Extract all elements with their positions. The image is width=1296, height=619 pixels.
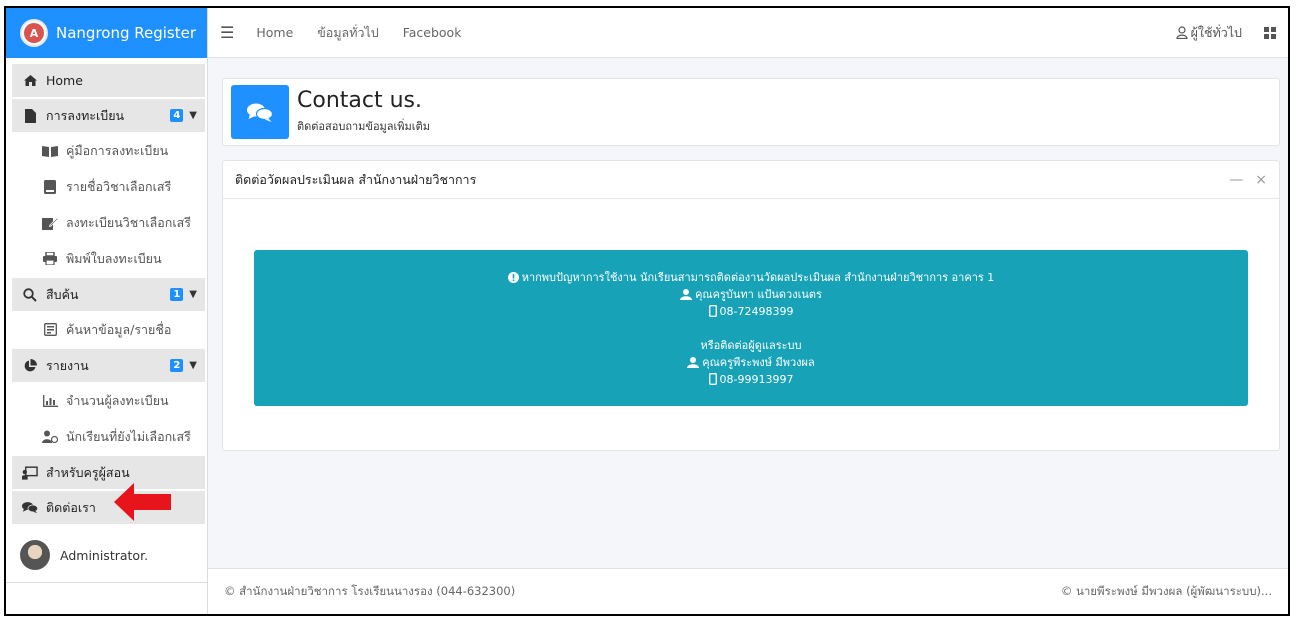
id-card-icon [42,323,58,337]
sidebar-item-label: รายงาน [46,357,89,373]
top-navbar: ☰ Home ข้อมูลทั่วไป Facebook ผู้ใช้ทั่วไ… [208,8,1288,58]
book-open-icon [42,144,58,158]
mobile-phone-icon [708,373,717,385]
chalkboard-teacher-icon [22,465,38,480]
sidebar-item-manual[interactable]: คู่มือการลงทะเบียน [12,134,205,167]
user-name: Administrator. [60,547,149,563]
sidebar-item-label: ลงทะเบียนวิชาเลือกเสรี [66,214,191,230]
comments-icon [231,85,289,139]
annotation-arrow-icon [114,483,171,521]
page-subtitle: ติดต่อสอบถามข้อมูลเพิ่มเติม [297,119,430,133]
sidebar-nav: Home การลงทะเบียน 4 ▼ คู่มือการลงทะเบียน [6,58,207,524]
sidebar: A Nangrong Register Home การลงทะเบียน 4 … [6,8,208,614]
mobile-phone-icon [708,305,717,317]
contact-card: ติดต่อวัดผลประเมินผล สำนักงานฝ่ายวิชาการ… [222,160,1280,451]
navbar-right: ผู้ใช้ทั่วไป [1175,23,1276,43]
contact1-phone: 08-72498399 [708,303,793,320]
nav-link-home[interactable]: Home [256,25,293,40]
sidebar-item-label: Home [46,73,83,88]
apps-grid-icon[interactable] [1264,26,1276,39]
page-header: Contact us. ติดต่อสอบถามข้อมูลเพิ่มเติม [222,78,1280,146]
avatar [20,540,50,570]
user-icon [687,356,700,368]
sidebar-item-course-list[interactable]: รายชื่อวิชาเลือกเสรี [12,170,205,203]
card-header: ติดต่อวัดผลประเมินผล สำนักงานฝ่ายวิชาการ… [223,161,1279,199]
home-icon [22,74,38,88]
book-icon [42,179,58,194]
info-admin-message: หรือติดต่อผู้ดูแลระบบ [700,338,802,352]
file-icon [22,108,38,123]
school-logo-icon: A [20,19,48,47]
contact1-name: คุณครูบันทา แป้นดวงเนตร [680,286,822,303]
sidebar-item-label: การลงทะเบียน [46,107,125,123]
sidebar-item-label: สำหรับครูผู้สอน [46,464,130,480]
user-menu[interactable]: ผู้ใช้ทั่วไป [1175,23,1242,43]
card-tools: — × [1229,172,1267,188]
user-menu-label: ผู้ใช้ทั่วไป [1190,24,1242,40]
chevron-down-icon: ▼ [189,289,197,300]
sidebar-item-label: พิมพ์ใบลงทะเบียน [66,250,162,266]
chevron-down-icon: ▼ [189,360,197,371]
page-title: Contact us. [297,88,422,114]
close-icon[interactable]: × [1255,172,1267,188]
sidebar-item-label: จำนวนผู้ลงทะเบียน [66,392,169,408]
contact2-phone: 08-99913997 [708,371,793,388]
sidebar-item-unselected-students[interactable]: นักเรียนที่ยังไม่เลือกเสรี [12,420,205,453]
sidebar-item-label: นักเรียนที่ยังไม่เลือกเสรี [66,428,191,444]
comments-icon [22,501,38,515]
count-badge: 1 [170,288,184,301]
user-panel[interactable]: Administrator. [6,528,207,583]
contact2-name: คุณครูพีระพงษ์ มีพวงผล [687,354,815,371]
sidebar-item-print[interactable]: พิมพ์ใบลงทะเบียน [12,242,205,275]
menu-toggle-icon[interactable]: ☰ [220,23,234,42]
sidebar-item-register-course[interactable]: ลงทะเบียนวิชาเลือกเสรี [12,206,205,239]
pie-chart-icon [22,358,38,373]
collapse-icon[interactable]: — [1229,172,1243,188]
sidebar-item-label: รายชื่อวิชาเลือกเสรี [66,178,172,194]
edit-icon [42,216,58,230]
sidebar-item-find-info[interactable]: ค้นหาข้อมูล/รายชื่อ [12,313,205,346]
app-window: A Nangrong Register Home การลงทะเบียน 4 … [4,6,1290,616]
sidebar-item-label: สืบค้น [46,286,79,302]
footer-left: © สำนักงานฝ่ายวิชาการ โรงเรียนนางรอง (04… [224,583,516,598]
user-clock-icon [42,430,58,444]
sidebar-item-home[interactable]: Home [12,64,205,97]
card-title: ติดต่อวัดผลประเมินผล สำนักงานฝ่ายวิชาการ [235,171,477,187]
footer: © สำนักงานฝ่ายวิชาการ โรงเรียนนางรอง (04… [208,568,1288,614]
footer-right: © นายพีระพงษ์ มีพวงผล (ผู้พัฒนาระบบ)... [1060,583,1272,598]
exclamation-circle-icon [507,271,519,283]
sidebar-item-registrant-count[interactable]: จำนวนผู้ลงทะเบียน [12,384,205,417]
search-icon [22,287,38,302]
sidebar-item-search[interactable]: สืบค้น 1 ▼ [12,278,205,311]
contact-info-box: หากพบปัญหาการใช้งาน นักเรียนสามารถติดต่อ… [254,250,1248,406]
sidebar-item-registration[interactable]: การลงทะเบียน 4 ▼ [12,99,205,132]
sidebar-item-label: คู่มือการลงทะเบียน [66,142,169,158]
sidebar-item-teacher[interactable]: สำหรับครูผู้สอน [12,456,205,489]
print-icon [42,252,58,266]
main-content: Contact us. ติดต่อสอบถามข้อมูลเพิ่มเติม … [222,78,1280,451]
sidebar-item-report[interactable]: รายงาน 2 ▼ [12,349,205,382]
count-badge: 4 [170,109,184,122]
nav-link-facebook[interactable]: Facebook [403,25,462,40]
user-outline-icon [1175,26,1188,39]
sidebar-item-contact[interactable]: ติดต่อเรา [12,491,205,524]
sidebar-item-label: ค้นหาข้อมูล/รายชื่อ [66,321,172,337]
brand-title: Nangrong Register [56,24,197,42]
bar-chart-icon [42,394,58,408]
info-message: หากพบปัญหาการใช้งาน นักเรียนสามารถติดต่อ… [507,269,994,286]
brand-link[interactable]: A Nangrong Register [6,8,207,58]
user-icon [680,288,693,300]
count-badge: 2 [170,359,184,372]
chevron-down-icon: ▼ [189,110,197,121]
nav-link-general-info[interactable]: ข้อมูลทั่วไป [317,23,378,43]
